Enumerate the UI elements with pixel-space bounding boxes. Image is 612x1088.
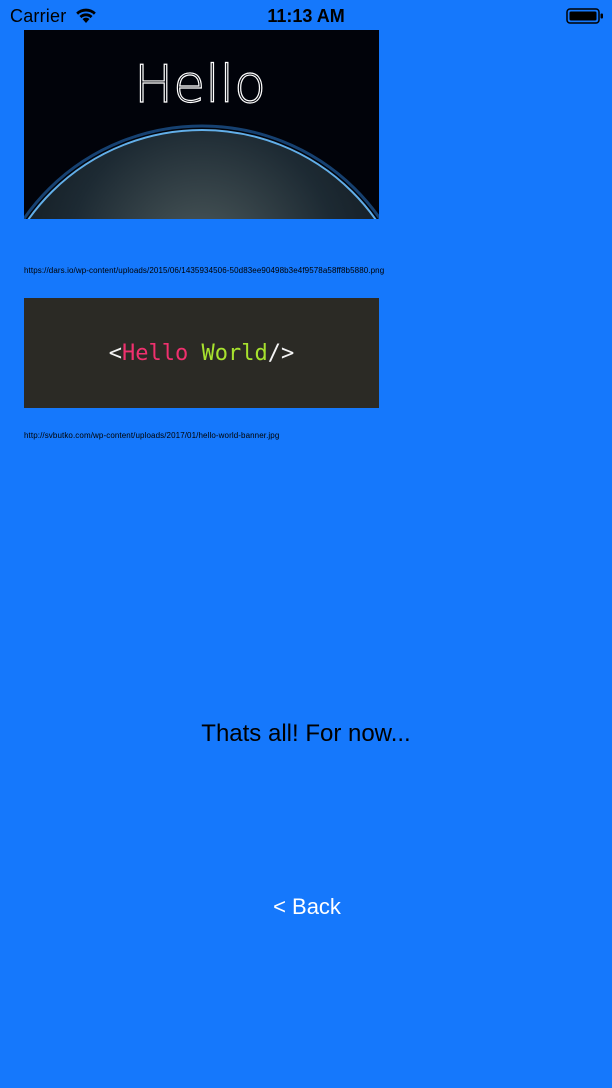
back-button[interactable]: < Back xyxy=(256,891,358,923)
closing-message: Thats all! For now... xyxy=(201,720,411,747)
clock-time: 11:13 AM xyxy=(267,6,345,26)
hello-earth-image: Hello xyxy=(24,30,379,219)
image-one-url: https://dars.io/wp-content/uploads/2015/… xyxy=(24,266,385,275)
hello-image-text: Hello xyxy=(134,55,266,115)
code-close-bracket: /> xyxy=(267,340,295,366)
code-hello: Hello xyxy=(122,340,189,366)
battery-icon xyxy=(566,8,604,24)
code-world: World xyxy=(201,340,268,366)
hello-world-code-image: < Hello World/> xyxy=(24,298,379,408)
code-open-bracket: < xyxy=(108,340,123,366)
image-two-url: http://svbutko.com/wp-content/uploads/20… xyxy=(24,431,280,440)
status-bar: Carrier 11:13 AM xyxy=(0,0,612,34)
